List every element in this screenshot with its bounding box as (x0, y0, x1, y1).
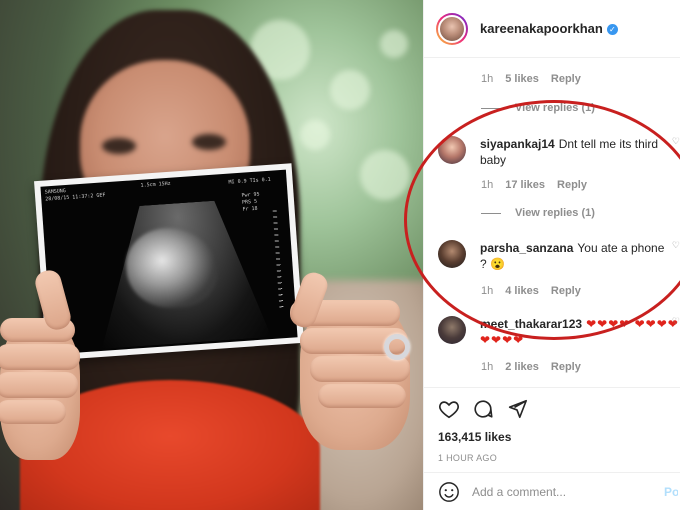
view-replies-label: View replies (1) (515, 102, 595, 114)
scan-param: Fr 18 (242, 205, 258, 213)
reply-button[interactable]: Reply (557, 179, 587, 191)
bokeh-light (300, 120, 330, 150)
comment-time: 1h (481, 361, 494, 373)
scan-settings: 1.5cm 15Hz (140, 180, 171, 189)
comment-username[interactable]: parsha_sanzana (480, 241, 573, 255)
bokeh-light (360, 150, 410, 200)
comment-heart-icon[interactable]: ♡ (672, 136, 680, 147)
comment-time: 1h (481, 285, 494, 297)
comment-item: siyapankaj14 Dnt tell me its third baby ♡ (438, 136, 680, 168)
scan-scale (272, 210, 284, 311)
finger (0, 344, 80, 370)
scan-param: MI 0.9 TIs 0.1 (228, 176, 271, 186)
add-comment-bar: Add a comment... Post (424, 472, 680, 510)
add-comment-input[interactable]: Add a comment... (472, 485, 566, 499)
share-icon[interactable] (506, 398, 528, 420)
view-replies-button[interactable]: View replies (1) (481, 102, 595, 114)
comment-meta: 1h 2 likes Reply (481, 361, 581, 373)
avatar[interactable] (438, 240, 466, 268)
comment-heart-icon[interactable]: ♡ (672, 240, 680, 251)
comment-item: parsha_sanzana You ate a phone ? 😮 ♡ (438, 240, 680, 272)
bokeh-light (330, 70, 370, 110)
comment-meta: 1h 4 likes Reply (481, 285, 581, 297)
comment-likes[interactable]: 17 likes (505, 179, 545, 191)
header-user: kareenakapoorkhan ✓ (480, 20, 618, 38)
finger (318, 384, 406, 408)
comment-meta: 1h 17 likes Reply (481, 179, 587, 191)
verified-badge-icon: ✓ (606, 23, 618, 35)
comment-text: siyapankaj14 Dnt tell me its third baby (480, 136, 670, 168)
post-timestamp: 1 HOUR AGO (438, 453, 498, 463)
comments-panel: kareenakapoorkhan ✓ 1h 5 likes Reply View… (423, 0, 680, 510)
right-eye (192, 134, 226, 150)
post-button[interactable]: Post (664, 485, 678, 499)
username-link[interactable]: kareenakapoorkhan (480, 21, 603, 36)
comment-time: 1h (481, 179, 494, 191)
view-replies-button[interactable]: View replies (1) (481, 207, 595, 219)
comment-icon[interactable] (472, 398, 494, 420)
action-icons (438, 396, 666, 422)
comment-username[interactable]: siyapankaj14 (480, 137, 555, 151)
comment-heart-icon[interactable]: ♡ (672, 316, 680, 327)
ring (384, 334, 410, 360)
comment-text: meet_thakarar123 ❤❤❤❤ ❤❤❤❤❤❤❤❤ (480, 316, 680, 348)
view-replies-label: View replies (1) (515, 207, 595, 219)
finger (0, 372, 78, 398)
comment-item: meet_thakarar123 ❤❤❤❤ ❤❤❤❤❤❤❤❤ ♡ (438, 316, 680, 348)
comment-likes[interactable]: 4 likes (505, 285, 539, 297)
finger (0, 400, 66, 424)
comment-text: parsha_sanzana You ate a phone ? 😮 (480, 240, 670, 272)
avatar[interactable] (438, 136, 466, 164)
reply-button[interactable]: Reply (551, 73, 581, 85)
reply-button[interactable]: Reply (551, 361, 581, 373)
emoji-icon[interactable] (438, 481, 460, 503)
reply-button[interactable]: Reply (551, 285, 581, 297)
comment-likes[interactable]: 5 likes (505, 73, 539, 85)
post-actions: 163,415 likes 1 HOUR AGO (424, 387, 680, 471)
comment-meta: 1h 5 likes Reply (481, 73, 581, 85)
avatar[interactable] (438, 316, 466, 344)
avatar[interactable] (436, 12, 468, 45)
left-eye (102, 138, 136, 154)
scan-param: PRS 5 (241, 198, 258, 206)
comment-username[interactable]: meet_thakarar123 (480, 317, 582, 331)
heart-icon[interactable] (438, 398, 460, 420)
likes-count[interactable]: 163,415 likes (438, 430, 666, 444)
scan-param: Pwr 95 (241, 191, 260, 199)
bokeh-light (380, 30, 408, 58)
comment-likes[interactable]: 2 likes (505, 361, 539, 373)
comment-time: 1h (481, 73, 494, 85)
post-photo[interactable]: SAMSUNG 28/08/15 11:37:2 GEF 1.5cm 15Hz … (0, 0, 423, 510)
post-header: kareenakapoorkhan ✓ (424, 0, 680, 58)
